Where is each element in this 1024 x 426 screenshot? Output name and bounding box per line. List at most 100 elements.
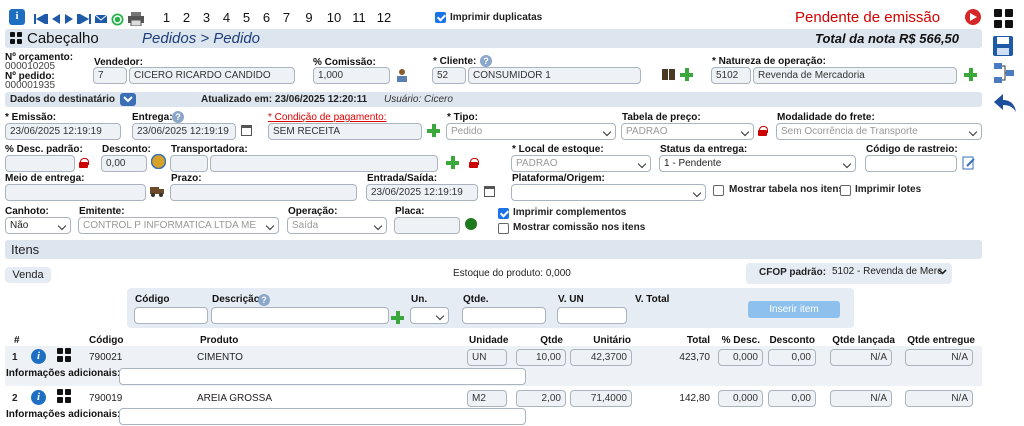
menu-grid-icon[interactable] [994,9,1014,29]
page-number[interactable]: 11 [348,9,370,26]
info-icon[interactable]: i [9,9,25,25]
page-number[interactable]: 5 [238,9,255,26]
tipo-select[interactable]: Pedido [446,123,616,140]
vendedor-name-field[interactable]: CICERO RICARDO CANDIDO [129,67,295,84]
row-qtde-entregue-field[interactable]: N/A [905,390,973,407]
row-pdesc-field[interactable]: 0,000 [718,390,763,407]
add-descricao-field[interactable] [211,307,389,324]
prazo-field[interactable] [170,184,357,201]
mostrar-tabela-checkbox[interactable] [713,185,724,196]
coin-icon[interactable] [151,154,166,169]
row-unidade-field[interactable]: M2 [467,390,507,407]
cliente-name-field[interactable]: CONSUMIDOR 1 [468,67,641,84]
page-number[interactable]: 1 [158,9,175,26]
info-icon[interactable]: i [31,349,46,364]
condicao-field[interactable]: SEM RECEITA [268,123,422,140]
canhoto-select[interactable]: Não [5,217,71,234]
cliente-help-icon[interactable]: ? [480,55,492,67]
transp-id-field[interactable] [170,155,208,172]
condicao-label[interactable]: * Condição de pagamento: [268,112,386,123]
imprimir-lotes-checkbox[interactable] [840,185,851,196]
add-transp-icon[interactable] [446,156,459,169]
entrega-help-icon[interactable]: ? [172,111,184,123]
info-adicionais-field[interactable] [119,408,526,425]
mostrar-comissao-checkbox[interactable] [498,223,509,234]
page-number[interactable]: 9 [298,9,320,26]
page-number[interactable]: 4 [218,9,235,26]
page-number[interactable]: 12 [373,9,395,26]
save-icon[interactable] [993,36,1013,56]
commission-icon[interactable] [395,68,409,82]
page-number[interactable]: 6 [258,9,275,26]
cliente-id-field[interactable]: 52 [432,67,466,84]
page-number[interactable]: 3 [198,9,215,26]
desc-padrao-field[interactable] [5,155,75,172]
row-qtde-lancada-field[interactable]: N/A [830,349,892,366]
row-unitario-field[interactable]: 42,3700 [570,349,632,366]
desconto-field[interactable]: 0,00 [101,155,147,172]
cfop-select[interactable]: 5102 - Revenda de Merc [832,266,942,277]
email-icon[interactable] [95,14,107,24]
video-icon[interactable] [963,8,983,26]
row-unidade-field[interactable]: UN [467,349,507,366]
status-select[interactable]: 1 - Pendente [659,155,856,172]
print-icon[interactable] [128,12,144,26]
emissao-field[interactable]: 23/06/2025 12:19:19 [5,123,121,140]
comissao-field[interactable]: 1,000 [313,67,390,84]
add-vun-field[interactable] [557,307,627,324]
page-number[interactable]: 7 [278,9,295,26]
venda-button[interactable]: Venda [5,267,51,283]
row-qtde-entregue-field[interactable]: N/A [905,349,973,366]
print-duplicates-checkbox[interactable] [435,12,446,23]
emitente-select[interactable]: CONTROL P INFORMATICA LTDA ME [78,217,279,234]
transp-name-field[interactable] [210,155,438,172]
breadcrumb[interactable]: Pedidos > Pedido [142,30,260,47]
row-desconto-field[interactable]: 0,00 [768,390,816,407]
add-cliente-icon[interactable] [680,68,693,81]
row-qtde-lancada-field[interactable]: N/A [830,390,892,407]
add-natureza-icon[interactable] [964,68,977,81]
tabela-select[interactable]: PADRAO [621,123,754,140]
page-number[interactable]: 2 [178,9,195,26]
plataforma-select[interactable] [511,184,706,201]
book-icon[interactable] [662,69,676,80]
edit-icon[interactable] [962,156,976,170]
add-qtde-field[interactable] [462,307,546,324]
row-menu-icon[interactable] [57,389,71,403]
calendar-icon[interactable] [484,186,495,197]
info-icon[interactable]: i [31,390,46,405]
first-page-icon[interactable] [34,14,48,24]
frete-select[interactable]: Sem Ocorrência de Transporte [776,123,982,140]
natureza-id-field[interactable]: 5102 [711,67,751,84]
add-condicao-icon[interactable] [427,124,440,137]
entrega-field[interactable]: 23/06/2025 12:19:19 [132,123,236,140]
add-un-select[interactable] [410,307,449,324]
row-qtde-field[interactable]: 10,00 [516,349,566,366]
network-icon[interactable] [993,62,1015,84]
add-product-icon[interactable] [391,311,404,324]
row-menu-icon[interactable] [57,348,71,362]
entrada-field[interactable]: 23/06/2025 12:19:19 [366,184,478,201]
whatsapp-icon[interactable] [111,13,124,26]
back-arrow-icon[interactable] [993,92,1017,114]
placa-field[interactable] [394,217,460,234]
info-adicionais-field[interactable] [119,368,526,385]
prev-page-icon[interactable] [51,14,61,24]
descricao-help-icon[interactable]: ? [258,294,270,306]
row-pdesc-field[interactable]: 0,000 [718,349,763,366]
truck-icon[interactable] [150,185,164,197]
row-desconto-field[interactable]: 0,00 [768,349,816,366]
calendar-icon[interactable] [241,125,252,136]
meio-field[interactable] [5,184,146,201]
insert-item-button[interactable]: Inserir item [748,301,840,318]
last-page-icon[interactable] [77,14,91,24]
operacao-select[interactable]: Saída [287,217,387,234]
imprimir-complementos-checkbox[interactable] [498,208,509,219]
natureza-name-field[interactable]: Revenda de Mercadoria [753,67,957,84]
chevron-down-icon[interactable] [938,269,947,275]
row-unitario-field[interactable]: 71,4000 [570,390,632,407]
row-qtde-field[interactable]: 2,00 [516,390,566,407]
chevron-down-icon[interactable] [120,93,136,106]
local-select[interactable]: PADRAO [511,155,651,172]
add-codigo-field[interactable] [134,307,208,324]
